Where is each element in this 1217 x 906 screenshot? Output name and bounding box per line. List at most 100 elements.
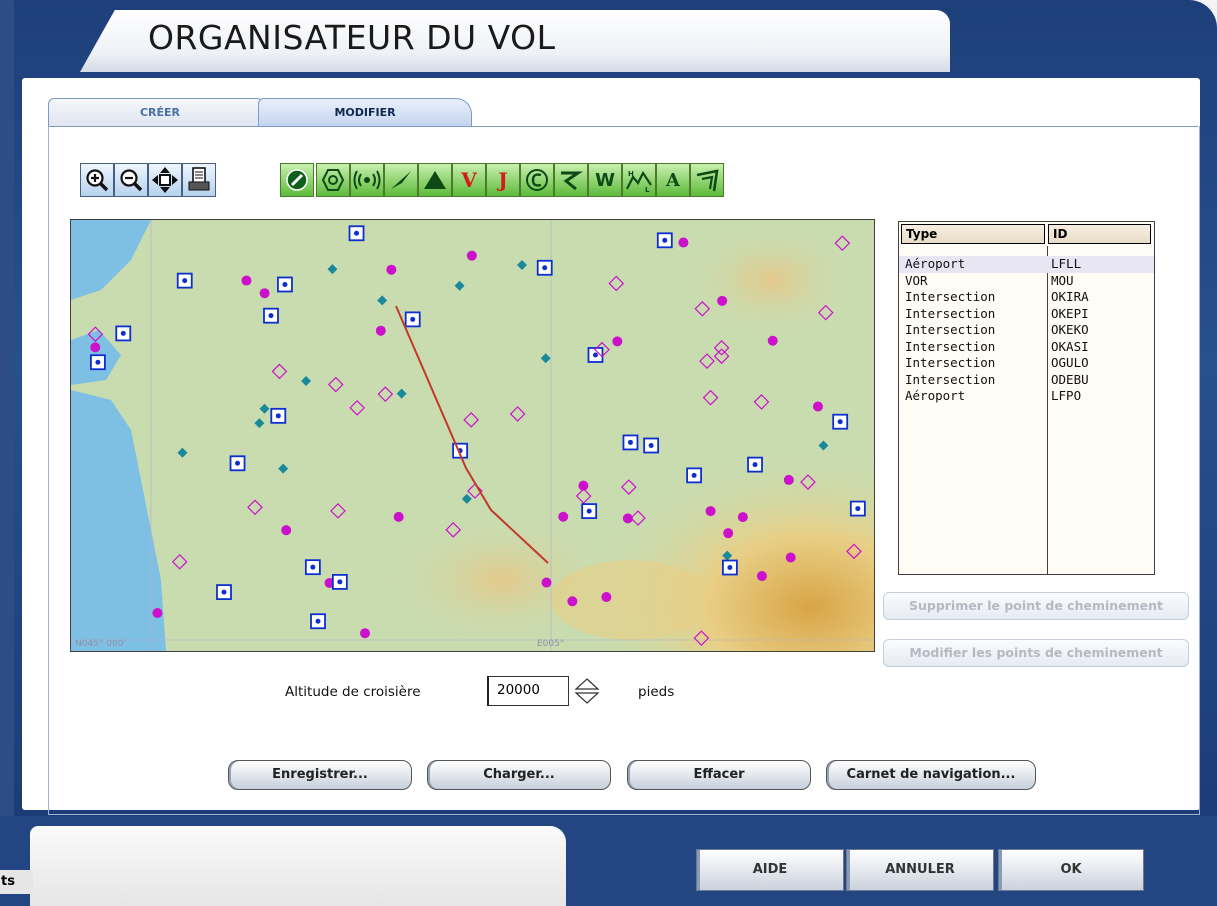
vor-marker-dot[interactable]	[691, 472, 697, 478]
gps-path-icon[interactable]	[384, 163, 418, 197]
victor-airways-icon[interactable]: V	[452, 163, 486, 197]
ndb-marker[interactable]	[241, 275, 252, 286]
load-button[interactable]: Charger...	[427, 760, 611, 790]
altitude-stepper-icon[interactable]	[574, 677, 600, 705]
ndb-marker[interactable]	[360, 628, 371, 639]
print-icon[interactable]	[182, 163, 216, 197]
navlog-button[interactable]: Carnet de navigation...	[826, 760, 1036, 790]
route-row-type: Intersection	[905, 338, 996, 354]
route-row[interactable]: Intersection ODEBU	[899, 372, 1154, 389]
vor-marker-dot[interactable]	[410, 316, 416, 322]
edit-waypoints-button[interactable]: Modifier les points de cheminement	[883, 639, 1189, 667]
cruise-altitude-input[interactable]: 20000	[487, 676, 569, 706]
vor-marker-dot[interactable]	[592, 352, 598, 358]
ndb-marker[interactable]	[466, 250, 477, 261]
vor-marker-dot[interactable]	[752, 462, 758, 468]
ndb-marker[interactable]	[375, 325, 386, 336]
vor-marker-dot[interactable]	[275, 413, 281, 419]
ndb-marker[interactable]	[281, 525, 292, 536]
waypoint-icon[interactable]: W	[588, 163, 622, 197]
window-left-edge	[0, 0, 14, 906]
ndb-marker[interactable]	[767, 335, 778, 346]
vor-marker-dot[interactable]	[235, 460, 241, 466]
airport-filter-icon[interactable]	[280, 163, 314, 197]
ndb-marker[interactable]	[783, 474, 794, 485]
flight-map[interactable]: N045° 000' E005°	[70, 219, 875, 652]
vor-marker-dot[interactable]	[120, 330, 126, 336]
vor-marker-dot[interactable]	[282, 281, 288, 287]
center-pan-icon[interactable]	[148, 163, 182, 197]
approach-icon[interactable]	[554, 163, 588, 197]
ndb-marker[interactable]	[812, 401, 823, 412]
route-row-id: OKASI	[1051, 338, 1089, 354]
vor-marker-dot[interactable]	[310, 564, 316, 570]
vor-marker-dot[interactable]	[337, 579, 343, 585]
vor-filter-icon[interactable]	[316, 163, 350, 197]
vor-marker-dot[interactable]	[727, 565, 733, 571]
jet-airways-icon[interactable]: J	[486, 163, 520, 197]
airspace-icon[interactable]	[520, 163, 554, 197]
ndb-marker[interactable]	[152, 608, 163, 619]
column-header-type[interactable]: Type	[901, 224, 1045, 244]
route-row[interactable]: Aéroport LFLL	[899, 256, 1154, 273]
cancel-button[interactable]: ANNULER	[846, 849, 994, 891]
column-header-id[interactable]: ID	[1048, 224, 1151, 244]
ndb-marker[interactable]	[785, 552, 796, 563]
vor-marker-dot[interactable]	[648, 443, 654, 449]
ndb-marker[interactable]	[558, 511, 569, 522]
ndb-marker[interactable]	[393, 511, 404, 522]
text-labels-icon[interactable]: A	[656, 163, 690, 197]
zoom-out-icon[interactable]	[114, 163, 148, 197]
vor-marker-dot[interactable]	[182, 278, 188, 284]
ndb-marker[interactable]	[737, 512, 748, 523]
vor-marker-dot[interactable]	[837, 419, 843, 425]
vor-marker-dot[interactable]	[221, 589, 227, 595]
ndb-marker[interactable]	[723, 528, 734, 539]
vor-marker-dot[interactable]	[354, 230, 360, 236]
route-row-id: OKIRA	[1051, 289, 1089, 304]
route-row[interactable]: Intersection OKEPI	[899, 306, 1154, 323]
ndb-marker[interactable]	[678, 237, 689, 248]
ndb-marker[interactable]	[705, 506, 716, 517]
tab-creer[interactable]: CRÉER	[48, 98, 272, 127]
save-button[interactable]: Enregistrer...	[228, 760, 412, 790]
route-list[interactable]: Type ID Aéroport LFLL VOR MOU Intersection…	[898, 221, 1155, 575]
ndb-marker[interactable]	[756, 571, 767, 582]
zoom-in-icon[interactable]	[80, 163, 114, 197]
delete-waypoint-button[interactable]: Supprimer le point de cheminement	[883, 592, 1189, 620]
vor-marker-dot[interactable]	[855, 506, 861, 512]
ndb-filter-icon[interactable]	[350, 163, 384, 197]
ndb-marker[interactable]	[717, 295, 728, 306]
ndb-marker[interactable]	[259, 288, 270, 299]
ndb-marker[interactable]	[578, 480, 589, 491]
route-row[interactable]: Intersection OKIRA	[899, 289, 1154, 306]
vor-marker-dot[interactable]	[95, 359, 101, 365]
ndb-marker[interactable]	[90, 342, 101, 353]
svg-text:H: H	[628, 170, 634, 178]
compass-rose-icon[interactable]	[690, 163, 724, 197]
ndb-marker[interactable]	[601, 592, 612, 603]
route-row[interactable]: Intersection OKASI	[899, 339, 1154, 356]
tab-modifier[interactable]: MODIFIER	[258, 98, 472, 127]
ok-button[interactable]: OK	[998, 849, 1144, 891]
ndb-marker[interactable]	[541, 577, 552, 588]
ndb-marker[interactable]	[567, 596, 578, 607]
ndb-marker[interactable]	[622, 513, 633, 524]
terrain-icon[interactable]: HL	[622, 163, 656, 197]
window-title: ORGANISATEUR DU VOL	[148, 18, 556, 57]
vor-marker-dot[interactable]	[542, 265, 548, 271]
route-row[interactable]: Aéroport LFPO	[899, 388, 1154, 405]
help-button[interactable]: AIDE	[696, 849, 844, 891]
intersection-filter-icon[interactable]	[418, 163, 452, 197]
vor-marker-dot[interactable]	[268, 313, 274, 319]
vor-marker-dot[interactable]	[662, 237, 668, 243]
vor-marker-dot[interactable]	[315, 618, 321, 624]
route-row[interactable]: Intersection OKEKO	[899, 322, 1154, 339]
ndb-marker[interactable]	[612, 336, 623, 347]
vor-marker-dot[interactable]	[586, 508, 592, 514]
clear-button[interactable]: Effacer	[627, 760, 811, 790]
route-row[interactable]: Intersection OGULO	[899, 355, 1154, 372]
vor-marker-dot[interactable]	[627, 439, 633, 445]
route-row[interactable]: VOR MOU	[899, 273, 1154, 290]
ndb-marker[interactable]	[386, 264, 397, 275]
